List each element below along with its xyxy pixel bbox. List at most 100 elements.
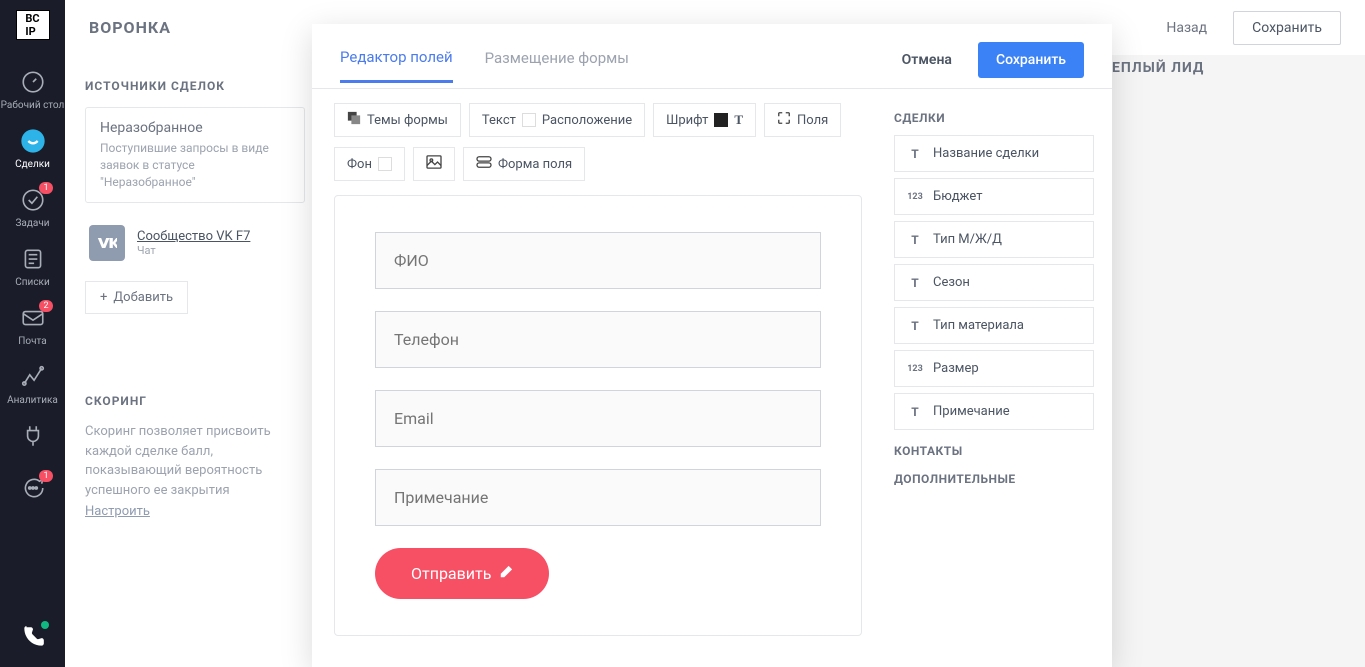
sidebar-label: Сделки xyxy=(15,159,50,170)
add-source-button[interactable]: + Добавить xyxy=(85,281,188,314)
additional-group-title: ДОПОЛНИТЕЛЬНЫЕ xyxy=(894,472,1094,486)
field-deal-name[interactable]: TНазвание сделки xyxy=(894,135,1094,172)
font-button[interactable]: Шрифт T xyxy=(653,103,756,137)
text-color-swatch xyxy=(522,113,536,127)
note-input[interactable] xyxy=(375,469,821,526)
sources-heading: ИСТОЧНИКИ СДЕЛОК xyxy=(85,79,305,93)
email-input[interactable] xyxy=(375,390,821,447)
phone-input[interactable] xyxy=(375,311,821,368)
font-color-swatch xyxy=(714,113,728,127)
themes-icon xyxy=(347,111,361,129)
text-type-icon: T xyxy=(907,319,923,333)
topbar-actions: Назад Сохранить xyxy=(1152,11,1341,45)
layout-label: Расположение xyxy=(542,113,632,128)
sidebar-item-phone[interactable] xyxy=(0,613,65,667)
font-label: Шрифт xyxy=(666,113,708,128)
toolbar-row-1: Темы формы Текст Расположение Шрифт T По… xyxy=(334,103,862,137)
text-button[interactable]: Текст Расположение xyxy=(469,103,645,137)
save-button[interactable]: Сохранить xyxy=(1233,11,1341,45)
expand-icon xyxy=(777,111,791,129)
themes-button[interactable]: Темы формы xyxy=(334,103,461,137)
form-preview: Отправить xyxy=(334,195,862,636)
number-type-icon: 123 xyxy=(907,192,923,202)
themes-label: Темы формы xyxy=(367,113,448,128)
field-type-mwd[interactable]: TТип М/Ж/Д xyxy=(894,221,1094,258)
fields-column: СДЕЛКИ TНазвание сделки 123Бюджет TТип М… xyxy=(884,89,1112,667)
sidebar-item-deals[interactable]: Сделки xyxy=(0,117,65,176)
field-note[interactable]: TПримечание xyxy=(894,393,1094,430)
number-type-icon: 123 xyxy=(907,364,923,374)
pencil-icon xyxy=(499,564,513,583)
scoring-text: Скоринг позволяет присвоить каждой сделк… xyxy=(85,422,305,500)
fieldshape-label: Форма поля xyxy=(498,157,572,172)
fields-label: Поля xyxy=(797,113,828,128)
add-label: Добавить xyxy=(113,290,173,305)
scoring-heading: СКОРИНГ xyxy=(85,394,305,408)
bg-button[interactable]: Фон xyxy=(334,147,405,181)
sidebar-item-tasks[interactable]: 1 Задачи xyxy=(0,176,65,235)
form-editor-modal: Редактор полей Размещение формы Отмена С… xyxy=(312,24,1112,667)
vk-info: Сообщество VK F7 Чат xyxy=(137,229,250,257)
sidebar-item-settings[interactable] xyxy=(0,412,65,456)
sidebar-item-chat[interactable]: 1 xyxy=(0,464,65,508)
deals-group-title: СДЕЛКИ xyxy=(894,111,1094,125)
phone-icon xyxy=(19,623,47,651)
submit-label: Отправить xyxy=(411,564,491,583)
sidebar-label: Почта xyxy=(18,336,46,347)
text-label: Текст xyxy=(482,113,516,128)
bg-swatch xyxy=(378,157,392,171)
dashboard-icon xyxy=(19,68,47,96)
sidebar-label: Задачи xyxy=(15,218,49,229)
image-button[interactable] xyxy=(413,147,455,181)
field-size[interactable]: 123Размер xyxy=(894,350,1094,387)
sidebar: BCIP Рабочий стол Сделки 1 Задачи Списки… xyxy=(0,0,65,667)
contacts-group-title: КОНТАКТЫ xyxy=(894,444,1094,458)
shape-icon xyxy=(476,155,492,173)
submit-button[interactable]: Отправить xyxy=(375,548,549,599)
editor-column: Темы формы Текст Расположение Шрифт T По… xyxy=(312,89,884,667)
sidebar-label: Аналитика xyxy=(7,395,58,406)
unsorted-desc: Поступившие запросы в виде заявок в стат… xyxy=(100,140,290,190)
left-panel: ИСТОЧНИКИ СДЕЛОК Неразобранное Поступивш… xyxy=(65,55,325,667)
sidebar-item-analytics[interactable]: Аналитика xyxy=(0,353,65,412)
plug-icon xyxy=(19,422,47,450)
badge: 1 xyxy=(39,182,53,194)
cancel-button[interactable]: Отмена xyxy=(888,44,966,76)
stage-header: ЕПЛЫЙ ЛИД xyxy=(1112,60,1204,76)
analytics-icon xyxy=(19,363,47,391)
fields-toggle-button[interactable]: Поля xyxy=(764,103,841,137)
vk-icon xyxy=(89,225,125,261)
field-season[interactable]: TСезон xyxy=(894,264,1094,301)
modal-save-button[interactable]: Сохранить xyxy=(978,42,1084,78)
tab-form-placement[interactable]: Размещение формы xyxy=(485,49,629,81)
sidebar-label: Списки xyxy=(15,277,49,288)
fio-input[interactable] xyxy=(375,232,821,289)
vk-type: Чат xyxy=(137,244,250,257)
field-shape-button[interactable]: Форма поля xyxy=(463,147,585,181)
image-icon xyxy=(426,155,442,173)
modal-actions: Отмена Сохранить xyxy=(888,42,1084,88)
modal-body: Темы формы Текст Расположение Шрифт T По… xyxy=(312,89,1112,667)
sidebar-item-lists[interactable]: Списки xyxy=(0,235,65,294)
field-budget[interactable]: 123Бюджет xyxy=(894,178,1094,215)
sidebar-item-mail[interactable]: 2 Почта xyxy=(0,294,65,353)
tab-field-editor[interactable]: Редактор полей xyxy=(340,48,453,83)
unsorted-box[interactable]: Неразобранное Поступившие запросы в виде… xyxy=(85,107,305,203)
text-size-icon: T xyxy=(734,112,743,128)
back-button[interactable]: Назад xyxy=(1152,12,1221,44)
vk-name: Сообщество VK F7 xyxy=(137,229,250,244)
logo: BCIP xyxy=(16,10,50,40)
sidebar-label: Рабочий стол xyxy=(1,100,65,111)
deals-icon xyxy=(19,127,47,155)
page-title: ВОРОНКА xyxy=(89,18,171,37)
text-type-icon: T xyxy=(907,233,923,247)
unsorted-title: Неразобранное xyxy=(100,120,290,136)
text-type-icon: T xyxy=(907,147,923,161)
field-material[interactable]: TТип материала xyxy=(894,307,1094,344)
modal-tabs: Редактор полей Размещение формы Отмена С… xyxy=(312,24,1112,89)
text-type-icon: T xyxy=(907,276,923,290)
sidebar-item-dashboard[interactable]: Рабочий стол xyxy=(0,58,65,117)
vk-source-item[interactable]: Сообщество VK F7 Чат xyxy=(85,217,305,269)
scoring-configure-link[interactable]: Настроить xyxy=(85,504,150,519)
toolbar-row-2: Фон Форма поля xyxy=(334,147,862,181)
